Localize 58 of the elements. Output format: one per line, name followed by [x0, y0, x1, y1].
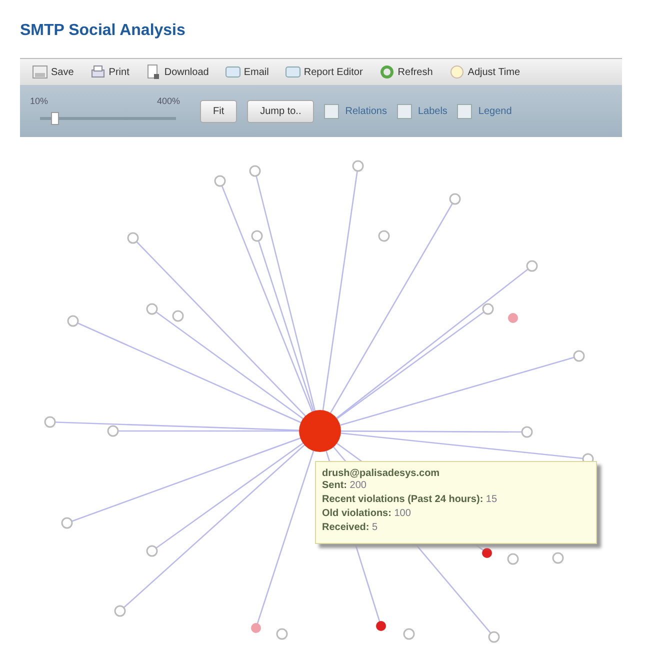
- tooltip-email: drush@palisadesys.com: [322, 468, 441, 479]
- tooltip-line: Recent violations (Past 24 hours): 15: [322, 493, 498, 507]
- graph-node[interactable]: [552, 552, 564, 564]
- toolbar-button[interactable]: Adjust Time: [442, 62, 526, 82]
- tooltip-line: Sent: 200: [322, 479, 368, 493]
- graph-node[interactable]: [352, 160, 364, 172]
- toolbar-button[interactable]: Email: [218, 62, 275, 82]
- toolbar-button[interactable]: Download: [139, 62, 215, 82]
- toolbar-button[interactable]: Refresh: [372, 62, 439, 82]
- graph-node[interactable]: [249, 165, 261, 177]
- zoom-min-label: 10%: [30, 96, 48, 106]
- graph-node[interactable]: [403, 628, 415, 640]
- graph-node[interactable]: [376, 621, 386, 631]
- slider-thumb[interactable]: [50, 112, 59, 124]
- page-title: SMTP Social Analysis: [19, 21, 186, 41]
- tooltip-line: Old violations: 100: [322, 507, 412, 521]
- graph-node[interactable]: [146, 545, 158, 557]
- toolbar-button[interactable]: Jump to..: [247, 100, 314, 122]
- checkbox[interactable]: [324, 104, 340, 118]
- zoom-slider[interactable]: [40, 112, 176, 124]
- graph-node[interactable]: [526, 260, 538, 272]
- toolbar-button[interactable]: Fit: [200, 100, 238, 122]
- checkbox-label: Labels: [418, 106, 448, 116]
- graph-node[interactable]: [378, 230, 390, 242]
- tooltip-line: Received: 5: [322, 521, 379, 535]
- graph-node[interactable]: [573, 350, 585, 362]
- graph-node[interactable]: [449, 193, 461, 205]
- graph-node[interactable]: [107, 425, 119, 437]
- graph-node[interactable]: [146, 303, 158, 315]
- graph-node[interactable]: [482, 548, 492, 558]
- window-icon: [224, 64, 241, 80]
- toolbar-button[interactable]: Print: [84, 62, 136, 82]
- checkbox-label: Relations: [345, 106, 387, 116]
- graph-node[interactable]: [507, 553, 519, 565]
- toolbar-button[interactable]: Report Editor: [278, 62, 369, 82]
- window-icon: [284, 64, 301, 80]
- graph-node[interactable]: [251, 623, 261, 633]
- checkbox-label: Legend: [478, 106, 512, 116]
- graph-node[interactable]: [276, 628, 288, 640]
- document-icon: [145, 64, 162, 80]
- graph-node[interactable]: [521, 426, 533, 438]
- zoom-max-label: 400%: [156, 96, 180, 106]
- toolbar-button[interactable]: Save: [26, 62, 80, 82]
- graph-node[interactable]: [127, 232, 139, 244]
- graph-node[interactable]: [214, 175, 226, 187]
- printer-icon: [90, 64, 106, 80]
- hub-node[interactable]: [299, 410, 341, 452]
- graph-node[interactable]: [482, 303, 494, 315]
- graph-node[interactable]: [61, 517, 73, 529]
- graph-node[interactable]: [44, 416, 56, 428]
- graph-node[interactable]: [508, 313, 518, 323]
- graph-node[interactable]: [488, 631, 500, 643]
- graph-node[interactable]: [251, 230, 263, 242]
- graph-node[interactable]: [67, 315, 79, 327]
- checkbox[interactable]: [457, 104, 472, 118]
- graph-node[interactable]: [172, 310, 184, 322]
- graph-node[interactable]: [114, 605, 126, 617]
- checkbox[interactable]: [396, 104, 412, 118]
